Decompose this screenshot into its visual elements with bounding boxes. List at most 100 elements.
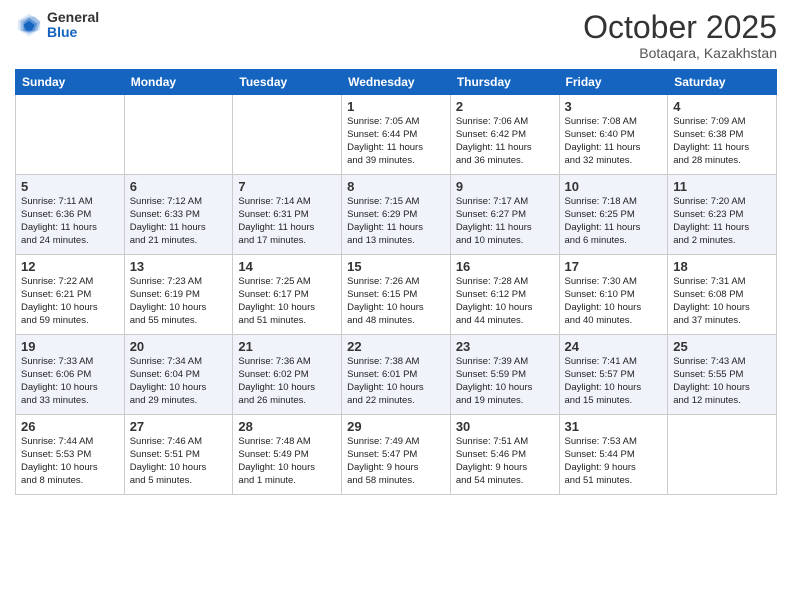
logo: General Blue [15,10,99,41]
page-container: General Blue October 2025 Botaqara, Kaza… [0,0,792,505]
day-info: Sunrise: 7:14 AM Sunset: 6:31 PM Dayligh… [238,196,336,247]
day-number: 13 [130,259,228,274]
day-info: Sunrise: 7:41 AM Sunset: 5:57 PM Dayligh… [565,356,663,407]
table-row [124,95,233,175]
table-row: 15Sunrise: 7:26 AM Sunset: 6:15 PM Dayli… [342,255,451,335]
day-number: 10 [565,179,663,194]
table-row: 20 Sunrise: 7:34 AM Sunset: 6:04 PM Dayli… [124,335,233,415]
day-number: 18 [673,259,771,274]
day-info: Sunrise: 7:11 AM Sunset: 6:36 PM Dayligh… [21,196,119,247]
week-row-3: 19 Sunrise: 7:33 AM Sunset: 6:06 PM Dayli… [16,335,777,415]
day-info: Sunrise: 7:39 AM Sunset: 5:59 PM Dayligh… [456,356,554,407]
table-row: 26Sunrise: 7:44 AM Sunset: 5:53 PM Dayli… [16,415,125,495]
day-number: 5 [21,179,119,194]
table-row [668,415,777,495]
header-tuesday: Tuesday [233,70,342,95]
day-number: 24 [565,339,663,354]
title-block: October 2025 Botaqara, Kazakhstan [583,10,777,61]
day-number: 4 [673,99,771,114]
header-thursday: Thursday [450,70,559,95]
table-row: 6Sunrise: 7:12 AM Sunset: 6:33 PM Daylig… [124,175,233,255]
table-row: 14 Sunrise: 7:25 AM Sunset: 6:17 PM Dayli… [233,255,342,335]
week-row-2: 12Sunrise: 7:22 AM Sunset: 6:21 PM Dayli… [16,255,777,335]
calendar-table: Sunday Monday Tuesday Wednesday Thursday… [15,69,777,495]
day-info: Sunrise: 7:06 AM Sunset: 6:42 PM Dayligh… [456,116,554,167]
day-number: 9 [456,179,554,194]
day-info: Sunrise: 7:33 AM Sunset: 6:06 PM Dayligh… [21,356,119,407]
day-number: 26 [21,419,119,434]
day-info: Sunrise: 7:49 AM Sunset: 5:47 PM Dayligh… [347,436,445,487]
table-row: 5 Sunrise: 7:11 AM Sunset: 6:36 PM Daylig… [16,175,125,255]
table-row: 16 Sunrise: 7:28 AM Sunset: 6:12 PM Dayli… [450,255,559,335]
header: General Blue October 2025 Botaqara, Kaza… [15,10,777,61]
table-row: 25 Sunrise: 7:43 AM Sunset: 5:55 PM Dayli… [668,335,777,415]
day-info: Sunrise: 7:25 AM Sunset: 6:17 PM Dayligh… [238,276,336,327]
week-row-1: 5 Sunrise: 7:11 AM Sunset: 6:36 PM Daylig… [16,175,777,255]
day-info: Sunrise: 7:18 AM Sunset: 6:25 PM Dayligh… [565,196,663,247]
day-info: Sunrise: 7:38 AM Sunset: 6:01 PM Dayligh… [347,356,445,407]
day-number: 27 [130,419,228,434]
table-row: 1Sunrise: 7:05 AM Sunset: 6:44 PM Daylig… [342,95,451,175]
day-info: Sunrise: 7:43 AM Sunset: 5:55 PM Dayligh… [673,356,771,407]
day-number: 22 [347,339,445,354]
table-row: 3 Sunrise: 7:08 AM Sunset: 6:40 PM Daylig… [559,95,668,175]
day-info: Sunrise: 7:23 AM Sunset: 6:19 PM Dayligh… [130,276,228,327]
table-row: 23Sunrise: 7:39 AM Sunset: 5:59 PM Dayli… [450,335,559,415]
header-sunday: Sunday [16,70,125,95]
day-info: Sunrise: 7:09 AM Sunset: 6:38 PM Dayligh… [673,116,771,167]
day-number: 3 [565,99,663,114]
table-row: 10 Sunrise: 7:18 AM Sunset: 6:25 PM Dayli… [559,175,668,255]
day-info: Sunrise: 7:20 AM Sunset: 6:23 PM Dayligh… [673,196,771,247]
table-row: 21 Sunrise: 7:36 AM Sunset: 6:02 PM Dayli… [233,335,342,415]
day-number: 31 [565,419,663,434]
day-number: 16 [456,259,554,274]
day-info: Sunrise: 7:28 AM Sunset: 6:12 PM Dayligh… [456,276,554,327]
day-number: 20 [130,339,228,354]
day-number: 25 [673,339,771,354]
table-row [233,95,342,175]
table-row: 7 Sunrise: 7:14 AM Sunset: 6:31 PM Daylig… [233,175,342,255]
day-number: 12 [21,259,119,274]
day-info: Sunrise: 7:34 AM Sunset: 6:04 PM Dayligh… [130,356,228,407]
logo-text: General Blue [47,10,99,41]
weekday-header-row: Sunday Monday Tuesday Wednesday Thursday… [16,70,777,95]
day-info: Sunrise: 7:46 AM Sunset: 5:51 PM Dayligh… [130,436,228,487]
table-row: 18 Sunrise: 7:31 AM Sunset: 6:08 PM Dayli… [668,255,777,335]
header-friday: Friday [559,70,668,95]
table-row: 28Sunrise: 7:48 AM Sunset: 5:49 PM Dayli… [233,415,342,495]
table-row: 11Sunrise: 7:20 AM Sunset: 6:23 PM Dayli… [668,175,777,255]
day-number: 2 [456,99,554,114]
week-row-4: 26Sunrise: 7:44 AM Sunset: 5:53 PM Dayli… [16,415,777,495]
table-row: 29Sunrise: 7:49 AM Sunset: 5:47 PM Dayli… [342,415,451,495]
table-row: 2 Sunrise: 7:06 AM Sunset: 6:42 PM Daylig… [450,95,559,175]
table-row: 24 Sunrise: 7:41 AM Sunset: 5:57 PM Dayli… [559,335,668,415]
table-row: 12Sunrise: 7:22 AM Sunset: 6:21 PM Dayli… [16,255,125,335]
logo-blue-text: Blue [47,25,99,40]
location: Botaqara, Kazakhstan [583,45,777,61]
day-number: 17 [565,259,663,274]
month-title: October 2025 [583,10,777,45]
day-info: Sunrise: 7:36 AM Sunset: 6:02 PM Dayligh… [238,356,336,407]
day-number: 7 [238,179,336,194]
table-row: 8Sunrise: 7:15 AM Sunset: 6:29 PM Daylig… [342,175,451,255]
day-info: Sunrise: 7:30 AM Sunset: 6:10 PM Dayligh… [565,276,663,327]
table-row: 31 Sunrise: 7:53 AM Sunset: 5:44 PM Dayli… [559,415,668,495]
day-info: Sunrise: 7:15 AM Sunset: 6:29 PM Dayligh… [347,196,445,247]
day-number: 6 [130,179,228,194]
table-row: 30Sunrise: 7:51 AM Sunset: 5:46 PM Dayli… [450,415,559,495]
header-wednesday: Wednesday [342,70,451,95]
table-row: 13 Sunrise: 7:23 AM Sunset: 6:19 PM Dayli… [124,255,233,335]
table-row: 17 Sunrise: 7:30 AM Sunset: 6:10 PM Dayli… [559,255,668,335]
day-info: Sunrise: 7:31 AM Sunset: 6:08 PM Dayligh… [673,276,771,327]
day-number: 14 [238,259,336,274]
day-info: Sunrise: 7:53 AM Sunset: 5:44 PM Dayligh… [565,436,663,487]
table-row: 22 Sunrise: 7:38 AM Sunset: 6:01 PM Dayli… [342,335,451,415]
day-number: 19 [21,339,119,354]
day-number: 15 [347,259,445,274]
header-saturday: Saturday [668,70,777,95]
day-number: 21 [238,339,336,354]
day-info: Sunrise: 7:17 AM Sunset: 6:27 PM Dayligh… [456,196,554,247]
table-row [16,95,125,175]
day-info: Sunrise: 7:08 AM Sunset: 6:40 PM Dayligh… [565,116,663,167]
header-monday: Monday [124,70,233,95]
